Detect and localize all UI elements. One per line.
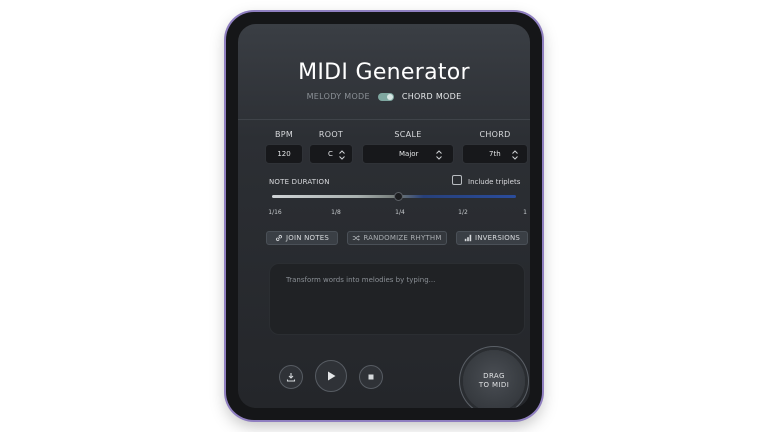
app-title: MIDI Generator bbox=[298, 60, 470, 85]
chord-value: 7th bbox=[489, 150, 501, 158]
drag-label-line2: TO MIDI bbox=[478, 381, 510, 389]
scale-value: Major bbox=[399, 150, 419, 158]
shuffle-icon bbox=[353, 235, 361, 241]
mode-switch-row: MELODY MODE CHORD MODE bbox=[238, 92, 530, 101]
scale-select[interactable]: Major bbox=[362, 144, 454, 164]
chevron-updown-icon bbox=[339, 150, 345, 160]
bar-chart-icon bbox=[464, 234, 472, 242]
tick-label: 1 bbox=[523, 209, 527, 216]
chord-select[interactable]: 7th bbox=[462, 144, 528, 164]
join-notes-button[interactable]: JOIN NOTES bbox=[266, 231, 338, 245]
scale-label: SCALE bbox=[394, 130, 422, 139]
randomize-rhythm-label: RANDOMIZE RHYTHM bbox=[363, 234, 442, 242]
note-duration-label: NOTE DURATION bbox=[269, 178, 330, 186]
download-button[interactable] bbox=[279, 365, 303, 389]
triplets-checkbox[interactable] bbox=[452, 175, 462, 185]
tick-label: 1/2 bbox=[458, 209, 468, 216]
stop-icon bbox=[368, 374, 374, 380]
chord-mode-label[interactable]: CHORD MODE bbox=[402, 92, 462, 101]
inversions-button[interactable]: INVERSIONS bbox=[456, 231, 528, 245]
text-input-panel bbox=[269, 263, 525, 335]
melody-mode-label[interactable]: MELODY MODE bbox=[307, 92, 370, 101]
melody-text-input[interactable] bbox=[270, 264, 524, 334]
bpm-label: BPM bbox=[274, 130, 294, 139]
tick-label: 1/16 bbox=[268, 209, 282, 216]
tick-label: 1/8 bbox=[331, 209, 341, 216]
tick-label: 1/4 bbox=[395, 209, 405, 216]
root-value: C bbox=[328, 150, 333, 158]
toggle-knob bbox=[386, 93, 393, 100]
chevron-updown-icon bbox=[512, 150, 518, 160]
download-icon bbox=[286, 373, 296, 382]
bpm-input[interactable]: 120 bbox=[265, 144, 303, 164]
app-screen: MIDI Generator MELODY MODE CHORD MODE BP… bbox=[238, 24, 530, 408]
chord-label: CHORD bbox=[479, 130, 511, 139]
play-button[interactable] bbox=[315, 360, 347, 392]
inversions-label: INVERSIONS bbox=[474, 234, 521, 242]
root-select[interactable]: C bbox=[309, 144, 353, 164]
randomize-rhythm-button[interactable]: RANDOMIZE RHYTHM bbox=[347, 231, 447, 245]
link-icon bbox=[275, 234, 283, 242]
play-icon bbox=[328, 371, 336, 381]
drag-label-line1: DRAG bbox=[483, 372, 505, 380]
mode-toggle[interactable] bbox=[377, 92, 394, 101]
stop-button[interactable] bbox=[359, 365, 383, 389]
triplets-label[interactable]: Include triplets bbox=[468, 178, 520, 186]
bpm-value: 120 bbox=[277, 150, 291, 158]
root-label: ROOT bbox=[318, 130, 344, 139]
join-notes-label: JOIN NOTES bbox=[286, 234, 329, 242]
header-divider bbox=[238, 119, 530, 120]
tablet-frame: MIDI Generator MELODY MODE CHORD MODE BP… bbox=[226, 12, 542, 420]
drag-to-midi-button[interactable]: DRAG TO MIDI bbox=[463, 350, 525, 408]
chevron-updown-icon bbox=[436, 150, 442, 160]
slider-handle[interactable] bbox=[394, 192, 403, 201]
